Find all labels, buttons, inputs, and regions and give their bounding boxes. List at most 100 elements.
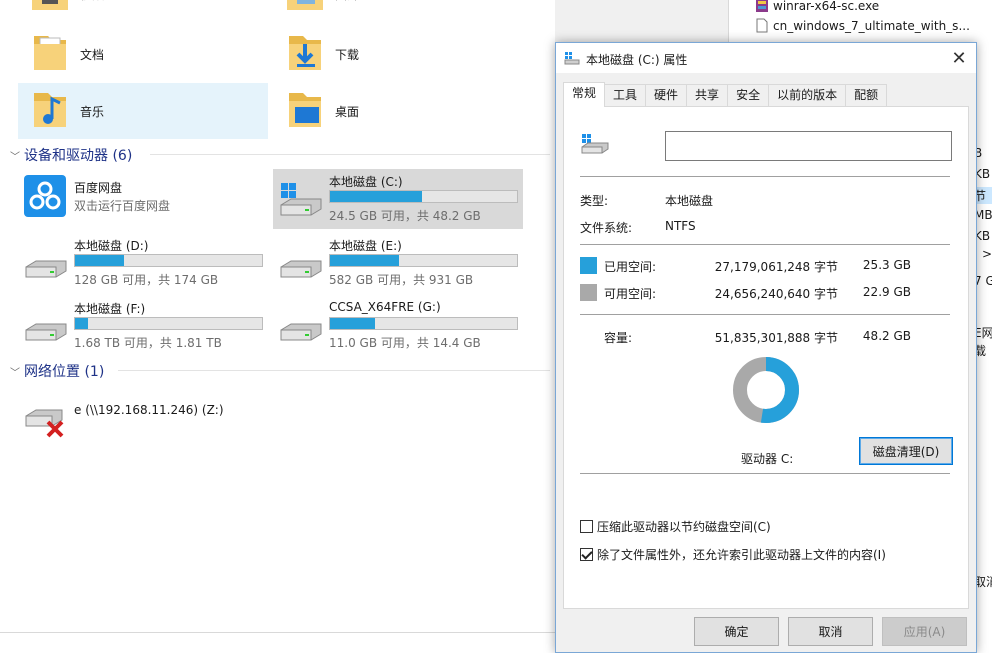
filesystem-label: 文件系统: (580, 221, 633, 235)
drive-usage-bar (329, 254, 518, 267)
network-section-header[interactable]: ﹀ 网络位置 (1) (10, 361, 104, 381)
section-divider (150, 154, 550, 155)
drive-info: 24.5 GB 可用，共 48.2 GB (329, 209, 481, 223)
devices-section-header[interactable]: ﹀ 设备和驱动器 (6) (10, 145, 132, 165)
filesystem-value: NTFS (665, 219, 696, 233)
drive-e[interactable]: 本地磁盘 (E:) 582 GB 可用，共 931 GB (273, 233, 523, 293)
separator (580, 314, 950, 315)
drive-usage-bar (329, 317, 518, 330)
tab-security[interactable]: 安全 (728, 84, 770, 107)
type-value: 本地磁盘 (665, 194, 714, 208)
checkbox-box[interactable] (580, 548, 593, 561)
drive-info: 双击运行百度网盘 (74, 199, 171, 213)
documents-folder-icon (34, 36, 66, 70)
separator (580, 176, 950, 177)
folder-music[interactable]: 音乐 (18, 83, 268, 139)
capacity-bytes: 51,835,301,888 字节 (714, 331, 838, 345)
disk-cleanup-button[interactable]: 磁盘清理(D) (859, 437, 953, 465)
folder-pictures[interactable]: 图片 (273, 0, 523, 22)
general-tab-page: 类型: 本地磁盘 文件系统: NTFS 已用空间: 27,179,061,248… (563, 106, 969, 609)
dialog-titlebar[interactable]: 本地磁盘 (C:) 属性 ✕ (556, 43, 976, 73)
tab-bar: 常规 工具 硬件 共享 安全 以前的版本 配额 (563, 82, 888, 107)
used-space-bytes: 27,179,061,248 字节 (714, 260, 838, 274)
folder-videos[interactable]: 视频 (18, 0, 268, 22)
usage-fill (330, 255, 400, 266)
section-divider (118, 370, 550, 371)
properties-dialog: 本地磁盘 (C:) 属性 ✕ 常规 工具 硬件 共享 安全 以前的版本 配额 类… (555, 42, 977, 653)
tab-sharing[interactable]: 共享 (687, 84, 729, 107)
separator (580, 473, 950, 474)
drive-info: 582 GB 可用，共 931 GB (329, 273, 474, 287)
chevron-down-icon: ﹀ (10, 367, 20, 379)
free-space-swatch (580, 284, 597, 301)
ok-button[interactable]: 确定 (694, 617, 779, 646)
compress-drive-checkbox[interactable]: 压缩此驱动器以节约磁盘空间(C) (580, 518, 771, 535)
tab-tools[interactable]: 工具 (605, 84, 647, 107)
drive-name: CCSA_X64FRE (G:) (329, 300, 441, 314)
drive-name: e (\\192.168.11.246) (Z:) (74, 403, 224, 417)
video-folder-icon (32, 0, 68, 10)
folder-documents[interactable]: 文档 (18, 26, 268, 82)
hard-drive-icon (25, 323, 67, 341)
drive-name: 本地磁盘 (D:) (74, 239, 149, 253)
section-title: 网络位置 (1) (24, 364, 105, 380)
drive-usage-bar (74, 317, 263, 330)
network-drive-z[interactable]: e (\\192.168.11.246) (Z:) (18, 396, 268, 440)
free-space-bytes: 24,656,240,640 字节 (714, 287, 838, 301)
drive-info: 1.68 TB 可用，共 1.81 TB (74, 336, 222, 350)
type-label: 类型: (580, 194, 609, 208)
drive-baidu-netdisk[interactable]: 百度网盘 双击运行百度网盘 (18, 169, 268, 229)
drive-name: 本地磁盘 (F:) (74, 302, 146, 316)
close-icon: ✕ (951, 47, 967, 69)
winrar-icon (756, 0, 768, 12)
drive-usage-bar (329, 190, 518, 203)
drive-c[interactable]: 本地磁盘 (C:) 24.5 GB 可用，共 48.2 GB (273, 169, 523, 229)
tab-general[interactable]: 常规 (563, 82, 606, 107)
disk-usage-donut-chart (733, 357, 799, 423)
drive-g[interactable]: CCSA_X64FRE (G:) 11.0 GB 可用，共 14.4 GB (273, 296, 523, 356)
hard-drive-icon (25, 260, 67, 278)
pictures-folder-icon (287, 0, 323, 10)
separator (580, 244, 950, 245)
apply-button[interactable]: 应用(A) (882, 617, 967, 646)
tab-previous-versions[interactable]: 以前的版本 (769, 84, 847, 107)
windows-drive-icon (280, 183, 322, 216)
file-name: cn_windows_7_ultimate_with_s... (773, 18, 970, 33)
folder-desktop[interactable]: 桌面 (273, 83, 523, 139)
checkbox-label: 压缩此驱动器以节约磁盘空间(C) (597, 520, 771, 534)
checkbox-label: 除了文件属性外，还允许索引此驱动器上文件的内容(I) (597, 548, 886, 562)
drive-d[interactable]: 本地磁盘 (D:) 128 GB 可用，共 174 GB (18, 233, 268, 293)
capacity-gb: 48.2 GB (862, 329, 911, 343)
checkbox-box[interactable] (580, 520, 593, 533)
file-item[interactable]: winrar-x64-sc.exe (755, 0, 879, 13)
close-button[interactable]: ✕ (946, 45, 972, 71)
chevron-down-icon: ﹀ (10, 151, 20, 163)
hard-drive-icon (280, 260, 322, 278)
drive-f[interactable]: 本地磁盘 (F:) 1.68 TB 可用，共 1.81 TB (18, 296, 268, 356)
tab-hardware[interactable]: 硬件 (646, 84, 688, 107)
folder-label: 桌面 (335, 105, 360, 119)
dialog-title: 本地磁盘 (C:) 属性 (586, 53, 688, 67)
file-item[interactable]: cn_windows_7_ultimate_with_s... (755, 18, 970, 33)
drive-name: 本地磁盘 (C:) (329, 175, 403, 189)
drive-info: 11.0 GB 可用，共 14.4 GB (329, 336, 481, 350)
drive-icon (564, 52, 580, 65)
used-space-swatch (580, 257, 597, 274)
explorer-content: 视频 图片 文档 下载 (0, 0, 555, 632)
tab-quota[interactable]: 配额 (846, 84, 888, 107)
index-drive-checkbox[interactable]: 除了文件属性外，还允许索引此驱动器上文件的内容(I) (580, 546, 886, 563)
folder-label: 文档 (80, 48, 105, 62)
capacity-label: 容量: (604, 331, 633, 345)
drive-name: 百度网盘 (74, 181, 123, 195)
free-space-gb: 22.9 GB (862, 285, 911, 299)
downloads-folder-icon (289, 36, 321, 70)
folder-downloads[interactable]: 下载 (273, 26, 523, 82)
folder-label: 音乐 (80, 105, 105, 119)
usage-fill (75, 255, 124, 266)
cancel-button[interactable]: 取消 (788, 617, 873, 646)
windows-drive-icon (581, 134, 609, 154)
file-icon (756, 18, 768, 33)
volume-name-input[interactable] (665, 131, 952, 161)
drive-name: 本地磁盘 (E:) (329, 239, 402, 253)
scroll-arrow-icon[interactable]: > (982, 247, 992, 261)
